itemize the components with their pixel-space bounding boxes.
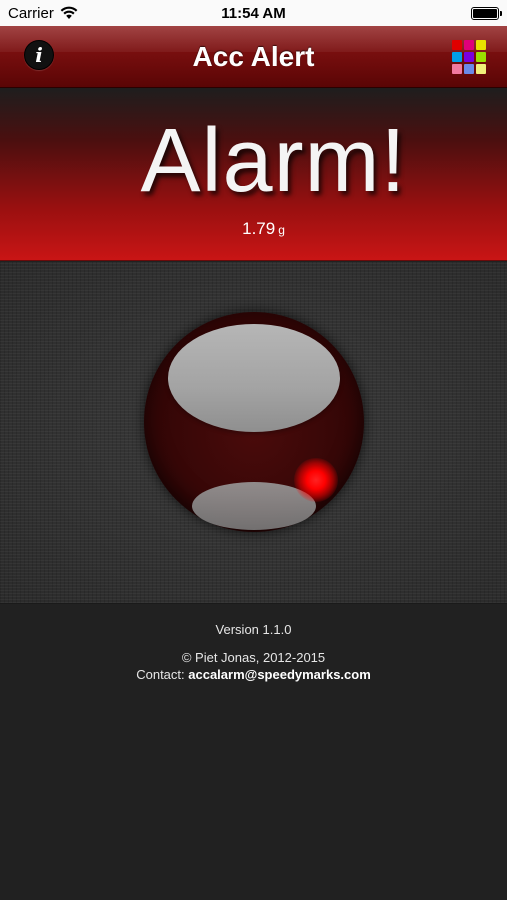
- about-footer: Version 1.1.0 © Piet Jonas, 2012-2015 Co…: [0, 604, 507, 900]
- color-grid-cell-0: [452, 40, 462, 50]
- color-grid-button[interactable]: [451, 39, 487, 75]
- alarm-banner: Alarm! 1.79 g: [0, 88, 507, 261]
- copyright-label: © Piet Jonas, 2012-2015: [181, 650, 326, 665]
- alarm-title: Alarm!: [140, 111, 407, 211]
- color-grid-cell-8: [476, 64, 486, 74]
- alarm-orb-button[interactable]: [144, 312, 364, 532]
- nav-title: Acc Alert: [192, 40, 315, 72]
- nav-bar: i Acc Alert: [0, 26, 507, 88]
- color-grid-cell-7: [464, 64, 474, 74]
- app-screen: Carrier 11:54 AM i Acc Alert Alarm! 1.79…: [0, 0, 507, 900]
- battery-icon: [471, 6, 502, 20]
- info-icon: i: [35, 43, 43, 67]
- carrier-label: Carrier: [8, 4, 54, 22]
- color-grid-cell-1: [464, 40, 474, 50]
- status-right: [379, 6, 502, 20]
- orb-area: [0, 262, 507, 604]
- version-label: Version 1.1.0: [215, 622, 292, 637]
- color-grid-cell-6: [452, 64, 462, 74]
- orb-highlight: [168, 324, 340, 432]
- color-grid-cell-4: [464, 52, 474, 62]
- contact-label: Contact:: [136, 667, 185, 682]
- wifi-icon: [60, 6, 78, 19]
- contact-line: Contact: accalarm@speedymarks.com: [0, 667, 507, 682]
- led-indicator-icon: [294, 458, 338, 502]
- acceleration-readout: 1.79 g: [0, 219, 507, 239]
- contact-email-link[interactable]: accalarm@speedymarks.com: [188, 667, 371, 682]
- color-grid-cell-5: [476, 52, 486, 62]
- status-bar: Carrier 11:54 AM: [0, 0, 507, 26]
- color-grid-cell-2: [476, 40, 486, 50]
- info-button[interactable]: i: [24, 40, 54, 70]
- acceleration-value: 1.79: [242, 219, 276, 238]
- color-grid-cell-3: [452, 52, 462, 62]
- acceleration-unit: g: [278, 223, 285, 237]
- status-left: Carrier: [8, 5, 128, 22]
